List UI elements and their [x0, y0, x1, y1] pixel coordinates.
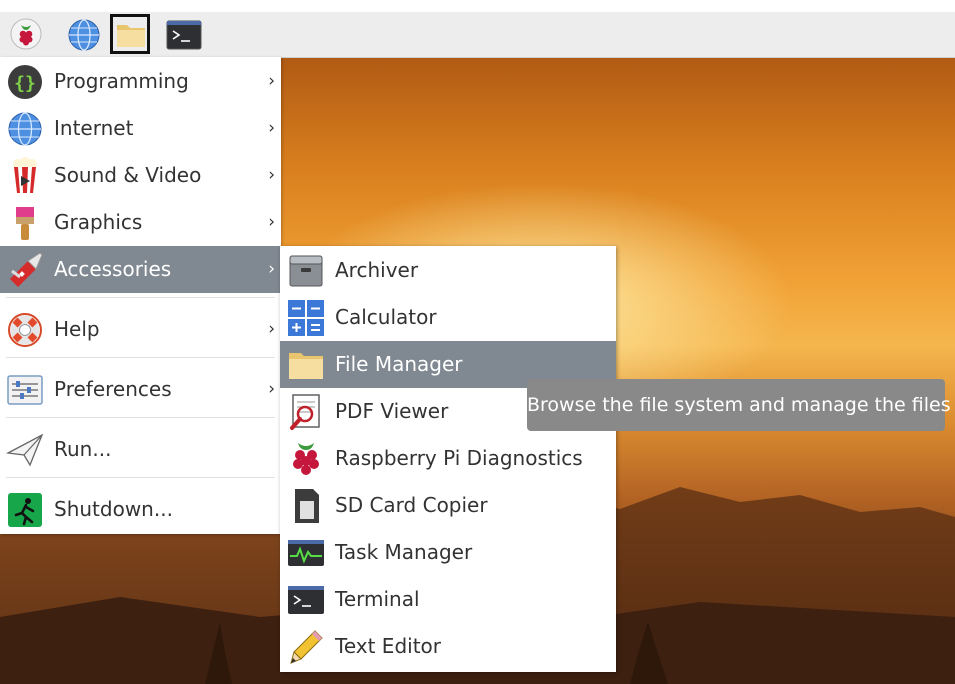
menu-item-label: Preferences: [54, 377, 172, 401]
submenu-item-label: SD Card Copier: [335, 493, 488, 517]
menu-item-label: Internet: [54, 116, 134, 140]
popcorn-icon: [12, 157, 38, 193]
file-manager-button[interactable]: [110, 14, 150, 54]
svg-text:{}: {}: [14, 73, 36, 94]
submenu-arrow-icon: ›: [268, 259, 275, 279]
submenu-item-raspberry-pi-diagnostics[interactable]: Raspberry Pi Diagnostics: [280, 435, 616, 482]
submenu-item-sd-card-copier[interactable]: SD Card Copier: [280, 482, 616, 529]
menu-item-help[interactable]: Help ›: [0, 306, 281, 353]
pencil-icon: [290, 630, 323, 664]
submenu-item-label: Archiver: [335, 258, 419, 282]
menu-separator: [6, 477, 275, 478]
submenu-item-label: Text Editor: [335, 634, 441, 658]
folder-icon: [117, 25, 145, 47]
taskbar: [0, 12, 955, 58]
submenu-arrow-icon: ›: [268, 165, 275, 185]
submenu-item-label: Terminal: [335, 587, 420, 611]
archive-icon: [289, 255, 323, 287]
menu-item-label: Help: [54, 317, 100, 341]
paper-plane-icon: [6, 433, 44, 467]
menu-separator: [6, 357, 275, 358]
globe-icon: [8, 112, 42, 146]
submenu-item-archiver[interactable]: Archiver: [280, 247, 616, 294]
submenu-item-label: Task Manager: [335, 540, 473, 564]
submenu-arrow-icon: ›: [268, 71, 275, 91]
submenu-arrow-icon: ›: [268, 379, 275, 399]
menu-item-accessories[interactable]: Accessories ›: [0, 246, 281, 293]
submenu-arrow-icon: ›: [268, 118, 275, 138]
exit-icon: [8, 493, 42, 527]
submenu-arrow-icon: ›: [268, 212, 275, 232]
web-browser-button[interactable]: [63, 14, 103, 54]
submenu-item-task-manager[interactable]: Task Manager: [280, 529, 616, 576]
menu-item-label: Sound & Video: [54, 163, 202, 187]
preferences-icon: [7, 375, 43, 405]
programming-icon: {}: [8, 65, 42, 99]
menu-item-label: Shutdown...: [54, 497, 173, 521]
submenu-item-label: Raspberry Pi Diagnostics: [335, 446, 583, 470]
submenu-item-terminal[interactable]: Terminal: [280, 576, 616, 623]
menu-item-internet[interactable]: Internet ›: [0, 105, 281, 152]
paintbrush-icon: [16, 207, 34, 240]
submenu-arrow-icon: ›: [268, 319, 275, 339]
menu-separator: [6, 297, 275, 298]
folder-icon: [289, 353, 323, 379]
menu-item-label: Run...: [54, 437, 112, 461]
accessories-submenu: Archiver Calculator File Manager PDF Vie…: [280, 246, 616, 672]
submenu-item-label: PDF Viewer: [335, 399, 449, 423]
raspberry-menu-button[interactable]: [6, 14, 46, 54]
raspberry-pi-logo-icon: [10, 18, 42, 50]
terminal-button[interactable]: [162, 14, 202, 54]
submenu-item-label: File Manager: [335, 352, 463, 376]
menu-item-label: Graphics: [54, 210, 143, 234]
sd-card-icon: [295, 489, 319, 523]
task-manager-icon: [288, 540, 324, 566]
calculator-icon: [288, 300, 324, 336]
swiss-knife-icon: [10, 252, 43, 287]
submenu-item-label: Calculator: [335, 305, 437, 329]
menu-item-shutdown[interactable]: Shutdown...: [0, 486, 281, 533]
menu-item-graphics[interactable]: Graphics ›: [0, 199, 281, 246]
menu-item-label: Accessories: [54, 257, 172, 281]
tooltip: Browse the file system and manage the fi…: [527, 379, 951, 431]
lifebuoy-icon: [8, 313, 42, 347]
pdf-viewer-icon: [290, 394, 320, 430]
submenu-item-text-editor[interactable]: Text Editor: [280, 623, 616, 670]
menu-separator: [6, 417, 275, 418]
applications-menu: {} Programming › Internet › Sound & Vide…: [0, 57, 281, 534]
menu-item-sound-video[interactable]: Sound & Video ›: [0, 152, 281, 199]
menu-item-programming[interactable]: {} Programming ›: [0, 58, 281, 105]
terminal-icon: [288, 586, 324, 614]
menu-item-label: Programming: [54, 69, 189, 93]
submenu-item-calculator[interactable]: Calculator: [280, 294, 616, 341]
raspberry-icon: [293, 443, 319, 475]
terminal-icon: [166, 20, 202, 50]
menu-item-run[interactable]: Run...: [0, 426, 281, 473]
menu-item-preferences[interactable]: Preferences ›: [0, 366, 281, 413]
globe-icon: [68, 19, 100, 51]
